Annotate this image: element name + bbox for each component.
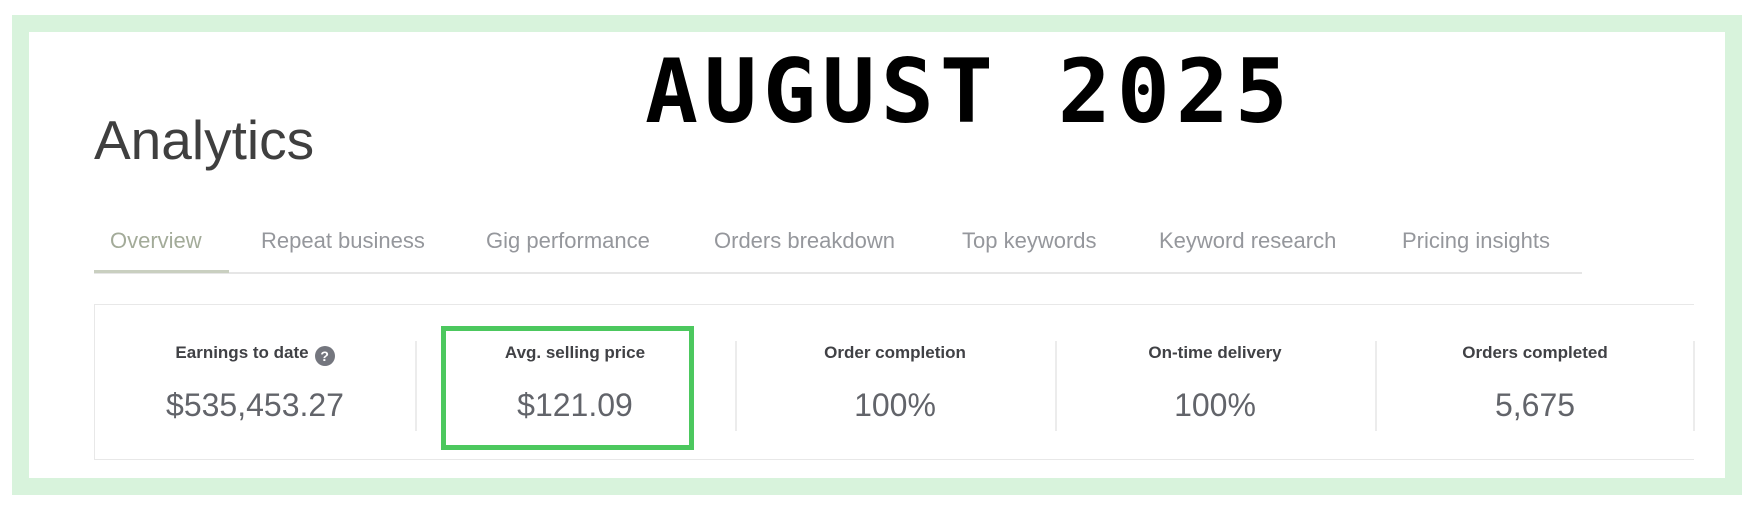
stat-value-orders-completed: 5,675 bbox=[1494, 387, 1576, 423]
stat-earnings-to-date: Earnings to date? $535,453.27 bbox=[95, 305, 415, 461]
tab-pricing-insights[interactable]: Pricing insights bbox=[1402, 228, 1550, 254]
tab-repeat-business[interactable]: Repeat business bbox=[261, 228, 425, 254]
stat-on-time-delivery: On-time delivery 100% bbox=[1055, 305, 1375, 461]
stat-value-order-completion: 100% bbox=[854, 387, 936, 423]
question-mark-icon[interactable]: ? bbox=[314, 346, 335, 366]
stat-label-order-completion: Order completion bbox=[824, 343, 966, 362]
stat-label-earnings-text: Earnings to date bbox=[175, 343, 309, 362]
active-tab-indicator bbox=[94, 270, 229, 273]
page-title: Analytics bbox=[94, 109, 315, 171]
analytics-tab-bar: Overview Repeat business Gig performance… bbox=[94, 222, 1582, 274]
stat-label-earnings: Earnings to date? bbox=[95, 343, 415, 366]
tab-orders-breakdown[interactable]: Orders breakdown bbox=[714, 228, 895, 254]
tab-keyword-research[interactable]: Keyword research bbox=[1159, 228, 1336, 254]
overlay-month-title: AUGUST 2025 bbox=[645, 40, 1294, 143]
tab-top-keywords[interactable]: Top keywords bbox=[962, 228, 1097, 254]
stat-value-on-time-delivery: 100% bbox=[1174, 387, 1256, 423]
stat-order-completion: Order completion 100% bbox=[735, 305, 1055, 461]
stats-card: Earnings to date? $535,453.27 Avg. selli… bbox=[94, 304, 1695, 461]
stat-label-orders-completed: Orders completed bbox=[1462, 343, 1608, 362]
tab-gig-performance[interactable]: Gig performance bbox=[486, 228, 650, 254]
stat-orders-completed: Orders completed 5,675 bbox=[1375, 305, 1695, 461]
tab-overview[interactable]: Overview bbox=[110, 228, 202, 254]
highlight-box-avg-selling-price bbox=[441, 326, 694, 450]
stat-divider bbox=[1693, 341, 1695, 431]
stat-label-on-time-delivery: On-time delivery bbox=[1148, 343, 1282, 362]
stat-value-earnings: $535,453.27 bbox=[166, 387, 344, 423]
